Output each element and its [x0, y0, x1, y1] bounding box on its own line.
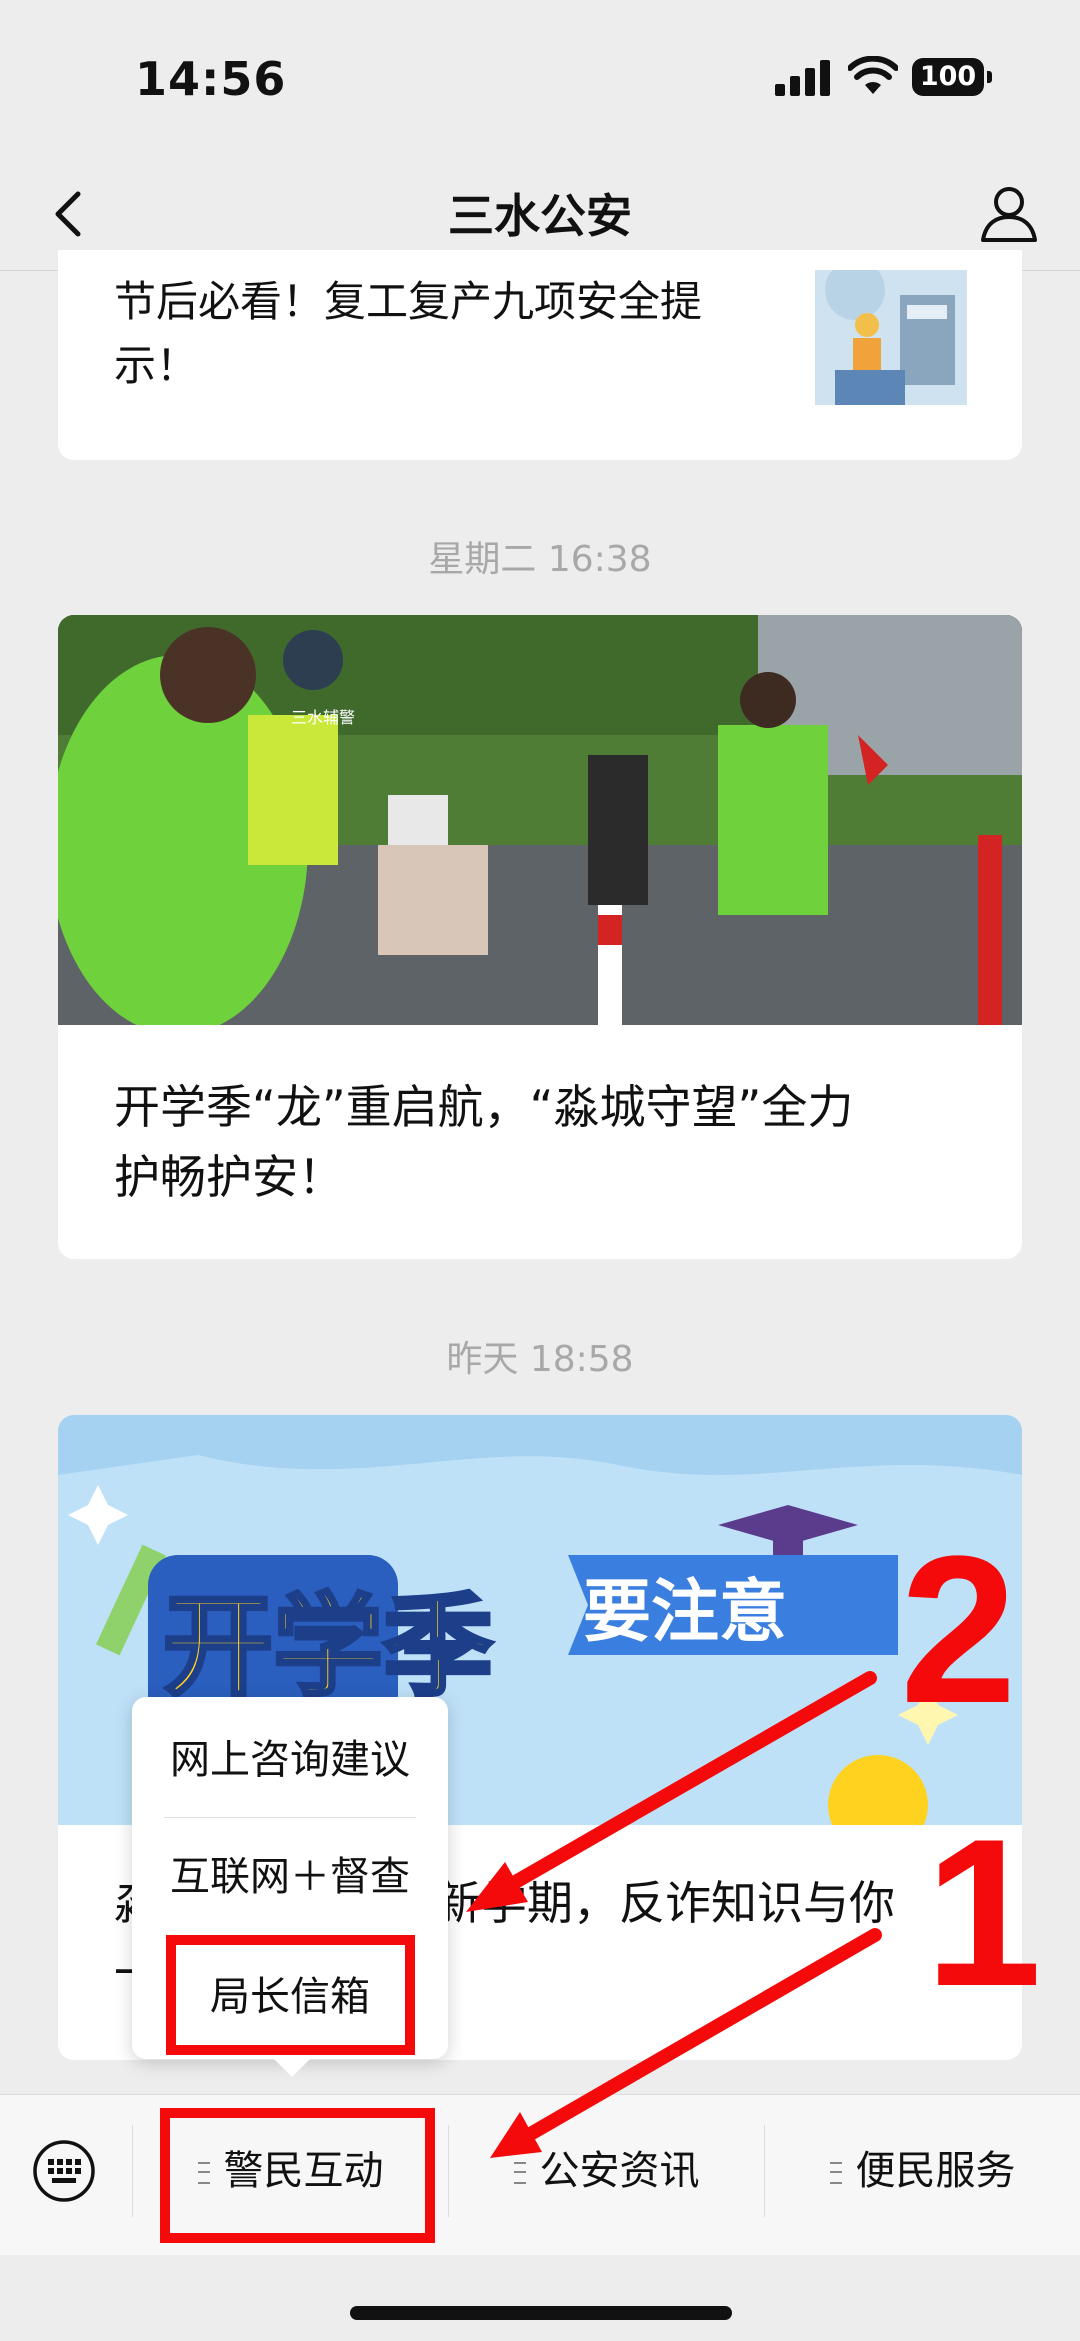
- menu-lines-icon: [513, 2162, 526, 2184]
- menu-item-internet-supervision[interactable]: 互联网＋督查: [132, 1822, 448, 1932]
- tab-public-services[interactable]: 便民服务: [765, 2095, 1080, 2247]
- article-card[interactable]: 节后必看！复工复产九项安全提 示！: [58, 250, 1022, 460]
- article-title: 节后必看！复工复产九项安全提 示！: [114, 277, 703, 390]
- vest-label: 三水辅警: [291, 708, 355, 727]
- highlight-box-tab: [160, 2108, 435, 2243]
- highlight-box-mailbox: [166, 1935, 415, 2055]
- tab-police-news[interactable]: 公安资讯: [449, 2095, 764, 2247]
- menu-item-online-consultation[interactable]: 网上咨询建议: [132, 1705, 448, 1815]
- status-bar: 14:56 100: [0, 0, 1080, 160]
- cellular-signal-icon: [775, 60, 831, 96]
- wifi-icon: [848, 56, 898, 94]
- article-thumbnail: [815, 270, 967, 405]
- status-time: 14:56: [135, 52, 287, 106]
- page-title: 三水公安: [448, 189, 632, 243]
- banner-headline-a: 开学季: [163, 1583, 493, 1711]
- step-number-1: 1: [925, 1795, 1042, 2030]
- keyboard-icon[interactable]: [32, 2139, 96, 2203]
- banner-headline-b: 要注意: [583, 1573, 787, 1652]
- menu-divider: [164, 1817, 416, 1818]
- menu-lines-icon: [829, 2162, 842, 2184]
- step-number-2: 2: [900, 1512, 1017, 1747]
- person-icon[interactable]: [978, 182, 1040, 244]
- article-cover-photo: 三水辅警: [58, 615, 1022, 1025]
- article-card[interactable]: 三水辅警 开学季“龙”重启航，“淼城守望”全力 护畅护安！: [58, 615, 1022, 1259]
- battery-indicator: 100: [912, 58, 992, 96]
- message-timestamp: 昨天 18:58: [446, 1339, 634, 1380]
- message-timestamp: 星期二 16:38: [428, 539, 652, 580]
- article-title: 开学季“龙”重启航，“淼城守望”全力 护畅护安！: [114, 1080, 854, 1204]
- home-indicator: [350, 2306, 732, 2320]
